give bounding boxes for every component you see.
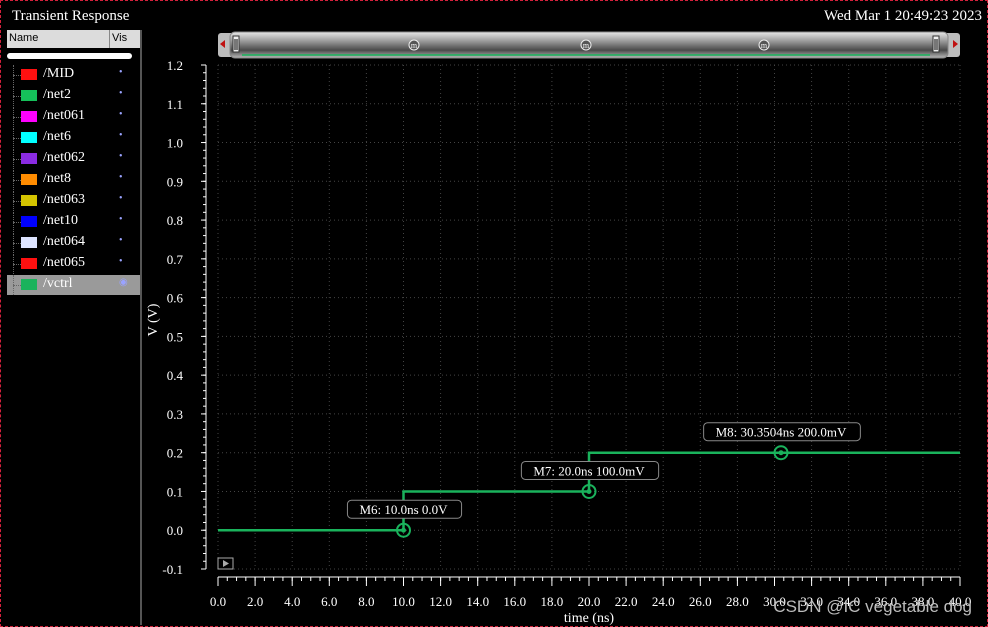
x-tick-label: 0.0	[210, 594, 226, 609]
y-axis-label: V (V)	[146, 303, 161, 336]
y-tick-label: 1.2	[167, 58, 183, 73]
plot-markers: M6: 10.0ns 0.0V M7: 20.0ns 100.0mV M8: 30.…	[346, 422, 861, 538]
x-tick-label: 28.0	[726, 594, 749, 609]
y-tick-label: 1.1	[167, 97, 183, 112]
x-tick-label: 18.0	[541, 594, 564, 609]
marker-point	[778, 450, 784, 456]
x-tick-label: 12.0	[429, 594, 452, 609]
x-tick-label: 2.0	[247, 594, 263, 609]
x-tick-label: 6.0	[321, 594, 337, 609]
y-tick-label: 0.4	[167, 368, 184, 383]
y-tick-label: 0.7	[167, 252, 184, 267]
y-tick-label: 0.2	[167, 446, 183, 461]
x-tick-label: 20.0	[578, 594, 601, 609]
x-tick-label: 26.0	[689, 594, 712, 609]
waveform-plot[interactable]: -0.1 0.0 0.1 0.2 0.3 0.4 0.5 0.6 0.7 0.8 0.9 1.0 1.1…	[0, 0, 988, 627]
play-button[interactable]	[217, 557, 234, 570]
x-tick-label: 16.0	[503, 594, 526, 609]
x-tick-label: 4.0	[284, 594, 300, 609]
x-tick-label: 8.0	[358, 594, 374, 609]
x-tick-label: 10.0	[392, 594, 415, 609]
plot-axes: -0.1 0.0 0.1 0.2 0.3 0.4 0.5 0.6 0.7 0.8 0.9 1.0 1.1…	[162, 58, 971, 609]
x-tick-label: 14.0	[466, 594, 489, 609]
x-axis-label: time (ns)	[564, 611, 614, 626]
y-tick-label: -0.1	[162, 562, 183, 577]
y-tick-label: 0.3	[167, 407, 183, 422]
marker-label: M6: 10.0ns 0.0V	[359, 502, 448, 517]
x-tick-label: 22.0	[615, 594, 638, 609]
y-tick-label: 0.9	[167, 174, 183, 189]
y-tick-label: 0.8	[167, 213, 183, 228]
marker-label: M7: 20.0ns 100.0mV	[533, 463, 645, 478]
marker-label: M8: 30.3504ns 200.0mV	[716, 425, 847, 440]
marker-point	[401, 527, 406, 533]
watermark: CSDN @IC vegetable dog	[773, 597, 972, 616]
y-tick-label: 0.5	[167, 329, 183, 344]
marker-point	[586, 488, 592, 494]
x-tick-label: 24.0	[652, 594, 675, 609]
y-tick-label: 0.6	[167, 291, 184, 306]
y-tick-label: 0.0	[167, 523, 183, 538]
y-tick-label: 1.0	[167, 136, 183, 151]
y-tick-label: 0.1	[167, 484, 183, 499]
